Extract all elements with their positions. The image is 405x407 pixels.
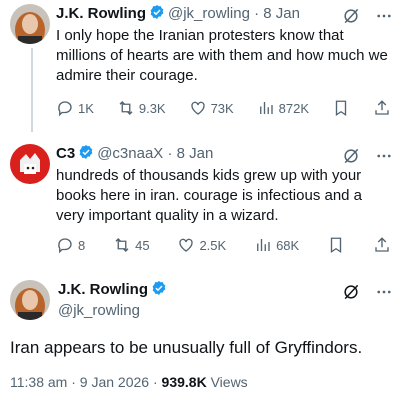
retweet-button[interactable]: 9.3K	[117, 99, 166, 117]
tweet-top-icons	[341, 282, 393, 302]
author-name[interactable]: J.K. Rowling	[56, 5, 146, 22]
separator: ·	[67, 374, 80, 390]
reply-icon	[58, 238, 72, 254]
views-count: 68K	[276, 237, 300, 253]
tweet-header: J.K. Rowling @jk_rowling · 8 Jan	[56, 4, 300, 22]
more-icon[interactable]	[375, 283, 393, 301]
tweet-2[interactable]: C3 @c3naaX · 8 Jan hundreds of thousands …	[0, 140, 405, 268]
avatar[interactable]	[10, 144, 50, 184]
author-handle[interactable]: @c3naaX	[97, 145, 163, 162]
tweet-text: I only hope the Iranian protesters know …	[56, 27, 388, 84]
reply-button[interactable]: 1K	[56, 99, 94, 117]
views-count: 939.8K	[161, 374, 207, 390]
bookmark-button[interactable]	[332, 99, 350, 117]
main-tweet: J.K. Rowling @jk_rowling Iran appears to…	[0, 272, 405, 407]
retweet-count: 9.3K	[138, 100, 166, 116]
avatar[interactable]	[10, 4, 50, 44]
main-author: J.K. Rowling @jk_rowling	[58, 280, 170, 319]
tweet-actions: 1K 9.3K 73K 872K	[56, 99, 391, 117]
tweet-1[interactable]: J.K. Rowling @jk_rowling · 8 Jan I only h…	[0, 0, 405, 132]
reply-button[interactable]: 8	[56, 236, 85, 254]
like-icon	[179, 238, 194, 252]
verified-icon	[150, 5, 164, 19]
main-tweet-text: Iran appears to be unusually full of Gry…	[10, 338, 363, 357]
tweet-top-icons	[341, 146, 393, 166]
grok-icon[interactable]	[341, 146, 361, 166]
like-count: 2.5K	[199, 237, 227, 253]
author-name[interactable]: C3	[56, 145, 75, 162]
reply-count: 1K	[78, 100, 94, 116]
author-name[interactable]: J.K. Rowling	[58, 281, 148, 298]
retweet-count: 45	[135, 237, 150, 253]
retweet-icon	[115, 238, 129, 252]
bookmark-button[interactable]	[327, 236, 345, 254]
more-icon[interactable]	[375, 7, 393, 25]
share-button[interactable]	[373, 99, 391, 117]
tweet-time[interactable]: 11:38 am	[10, 374, 67, 390]
separator: ·	[163, 145, 177, 162]
reply-count: 8	[78, 237, 86, 253]
verified-icon	[152, 281, 166, 295]
tweet-date[interactable]: 8 Jan	[263, 5, 300, 22]
views-icon	[257, 239, 270, 251]
tweet-meta: 11:38 am · 9 Jan 2026 · 939.8K Views	[10, 374, 248, 390]
grok-icon[interactable]	[341, 6, 361, 26]
grok-icon[interactable]	[341, 282, 361, 302]
tweet-date[interactable]: 8 Jan	[177, 145, 214, 162]
reply-icon	[58, 101, 72, 117]
tweet-actions: 8 45 2.5K 68K	[56, 236, 391, 254]
tweet-date[interactable]: 9 Jan 2026	[80, 374, 149, 390]
share-button[interactable]	[373, 236, 391, 254]
like-button[interactable]: 2.5K	[177, 236, 226, 254]
like-count: 73K	[210, 100, 234, 116]
more-icon[interactable]	[375, 147, 393, 165]
bookmark-icon	[335, 100, 347, 117]
views-count: 872K	[278, 100, 310, 116]
separator: ·	[149, 374, 162, 390]
avatar[interactable]	[10, 280, 50, 320]
retweet-icon	[119, 101, 133, 115]
views-icon	[259, 102, 273, 114]
tweet-top-icons	[341, 6, 393, 26]
verified-icon	[79, 145, 93, 159]
separator: ·	[249, 5, 264, 22]
author-handle[interactable]: @jk_rowling	[58, 302, 170, 319]
share-icon	[375, 100, 389, 115]
tweet-text: hundreds of thousands kids grew up with …	[56, 167, 363, 224]
views-button[interactable]: 872K	[257, 99, 309, 117]
author-handle[interactable]: @jk_rowling	[168, 5, 250, 22]
views-button[interactable]: 68K	[254, 236, 299, 254]
tweet-header: C3 @c3naaX · 8 Jan	[56, 144, 213, 162]
thread-line	[31, 48, 33, 132]
like-button[interactable]: 73K	[189, 99, 234, 117]
share-icon	[375, 237, 389, 252]
bookmark-icon	[330, 237, 342, 254]
like-icon	[190, 101, 205, 115]
views-label: Views	[210, 374, 248, 390]
retweet-button[interactable]: 45	[113, 236, 150, 254]
